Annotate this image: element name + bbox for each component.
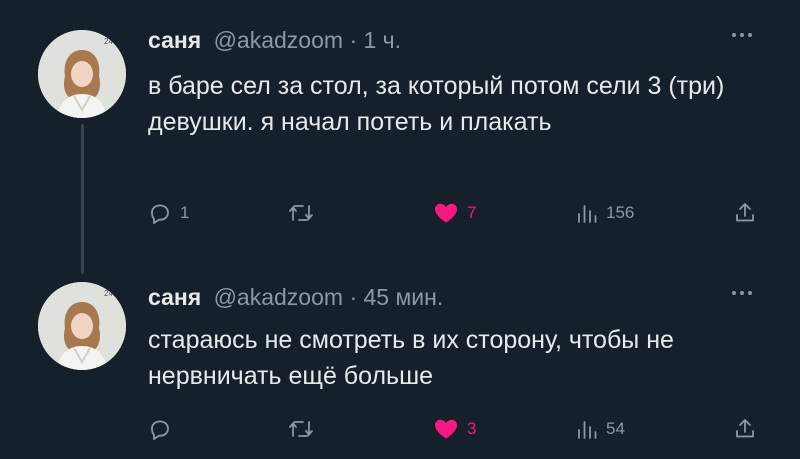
avatar[interactable]: 24 — [38, 30, 126, 118]
thread-line — [81, 124, 84, 274]
author-handle[interactable]: @akadzoom — [214, 27, 343, 53]
like-button[interactable]: 7 — [433, 196, 476, 230]
like-count: 3 — [467, 419, 477, 438]
reply-icon — [151, 204, 169, 224]
tweet-header: саня @akadzoom · 45 мин. — [148, 284, 443, 311]
reply-icon — [151, 420, 169, 440]
views-button[interactable]: 54 — [576, 412, 625, 446]
separator-dot: · — [349, 284, 358, 310]
tweet-text: стараюсь не смотреть в их сторону, чтобы… — [148, 326, 674, 390]
tweet-time[interactable]: 45 мин. — [364, 284, 444, 310]
views-button[interactable]: 156 — [576, 196, 634, 230]
author-name[interactable]: саня — [148, 27, 201, 53]
separator-dot: · — [349, 27, 358, 53]
author-name[interactable]: саня — [148, 284, 201, 310]
author-handle[interactable]: @akadzoom — [214, 284, 343, 310]
retweet-icon — [289, 421, 313, 437]
more-icon[interactable] — [728, 288, 756, 298]
share-button[interactable] — [733, 196, 757, 230]
like-count: 7 — [467, 203, 477, 222]
views-icon — [578, 421, 597, 439]
tweet-actions: 3 54 — [148, 412, 768, 446]
heart-icon — [435, 203, 457, 223]
view-count: 156 — [606, 203, 635, 222]
tweet-actions: 1 7 156 — [148, 196, 768, 230]
reply-count: 1 — [180, 203, 190, 222]
more-icon[interactable] — [728, 30, 756, 40]
like-button[interactable]: 3 — [433, 412, 476, 446]
retweet-button[interactable] — [288, 412, 322, 446]
reply-button[interactable]: 1 — [148, 196, 189, 230]
share-icon — [736, 203, 754, 222]
svg-text:24: 24 — [104, 289, 113, 298]
tweet-text: в баре сел за стол, за который потом сел… — [148, 72, 725, 136]
view-count: 54 — [606, 419, 625, 438]
share-button[interactable] — [733, 412, 757, 446]
views-icon — [578, 205, 597, 223]
avatar[interactable]: 24 — [38, 282, 126, 370]
tweet[interactable]: 24 саня @akadzoom · 45 мин. стараюсь не … — [0, 270, 800, 459]
svg-text:24: 24 — [104, 37, 113, 46]
tweet-header: саня @akadzoom · 1 ч. — [148, 27, 401, 54]
tweet-time[interactable]: 1 ч. — [364, 27, 402, 53]
share-icon — [736, 419, 754, 438]
retweet-button[interactable] — [288, 196, 322, 230]
reply-button[interactable] — [148, 412, 180, 446]
heart-icon — [435, 419, 457, 439]
tweet[interactable]: 24 саня @akadzoom · 1 ч. в баре сел за с… — [0, 0, 800, 274]
retweet-icon — [289, 205, 313, 221]
